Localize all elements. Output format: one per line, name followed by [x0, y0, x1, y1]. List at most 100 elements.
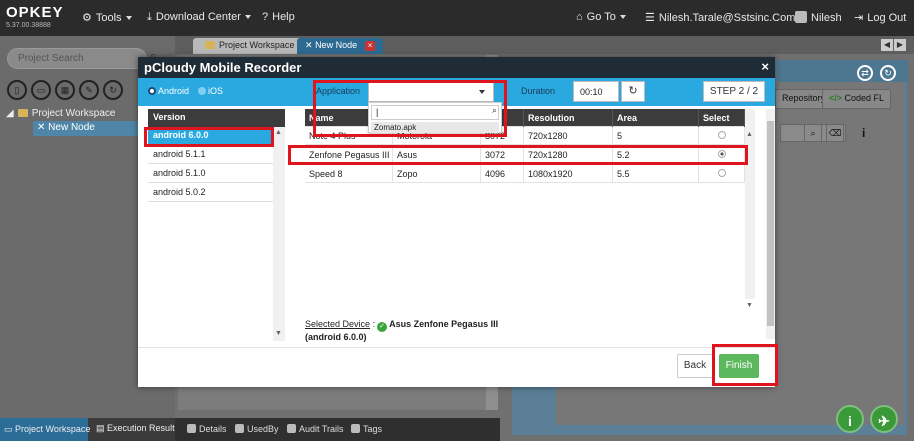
tab-label: New Node — [315, 40, 358, 50]
tab-details[interactable]: Details — [187, 424, 227, 434]
folder-icon — [17, 109, 28, 117]
help-menu[interactable]: ? Help — [262, 11, 295, 23]
modal-footer-divider — [138, 347, 775, 348]
version-header-spacer — [273, 109, 285, 127]
usedby-icon — [235, 424, 244, 433]
scroll-up-icon[interactable]: ▲ — [746, 131, 753, 138]
execution-result-tab-label: Execution Result — [107, 423, 175, 433]
tab-execution-result[interactable]: ▤ Execution Result — [96, 423, 175, 434]
tag-icon — [351, 424, 360, 433]
top-navbar: OPKEY 5.37.00.38888 ⚙ Tools ⤓ Download Cen… — [0, 0, 914, 36]
tools-label: Tools — [95, 12, 122, 24]
duration-input[interactable]: 00:10 — [573, 81, 619, 102]
refresh-icon[interactable]: ↻ — [880, 65, 896, 81]
coded-fl-label: Coded FL — [844, 93, 885, 103]
radio-selected-icon — [148, 87, 156, 95]
close-icon[interactable]: × — [365, 41, 376, 51]
tools-menu[interactable]: ⚙ Tools — [82, 11, 132, 24]
close-icon[interactable]: × — [761, 59, 769, 74]
col-area: Area — [613, 109, 699, 127]
radio-android[interactable]: Android — [148, 86, 189, 96]
version-item[interactable]: android 5.0.2 — [148, 184, 273, 202]
list-icon: ☰ — [645, 12, 655, 24]
arrow-left-icon[interactable]: ◀ — [881, 39, 893, 51]
clipboard-icon: ▤ — [96, 423, 105, 433]
help-label: Help — [272, 11, 295, 23]
delete-icon[interactable]: ▦ — [55, 80, 75, 100]
info-fab-icon[interactable]: i — [836, 405, 864, 433]
device-select-cell — [699, 127, 745, 145]
scroll-up-icon[interactable]: ▲ — [275, 129, 282, 136]
modal-title: pCloudy Mobile Recorder — [144, 60, 302, 75]
audit-trails-label: Audit Trails — [299, 424, 344, 434]
node-icon: ✕ — [37, 122, 46, 133]
tags-label: Tags — [363, 424, 383, 434]
refresh-icon[interactable]: ↻ — [103, 80, 123, 100]
device-resolution: 720x1280 — [524, 127, 613, 145]
step-indicator-button[interactable]: STEP 2 / 2 — [703, 81, 765, 102]
version-item[interactable]: android 5.1.1 — [148, 146, 273, 164]
tab-project-workspace[interactable]: ▭ Project Workspace — [0, 418, 91, 441]
highlight-version — [144, 127, 274, 147]
arrow-right-icon[interactable]: ▶ — [894, 39, 906, 51]
info-icon — [187, 424, 196, 433]
android-label: Android — [158, 86, 190, 96]
user-menu[interactable]: Nilesh — [795, 11, 842, 24]
swap-icon[interactable]: ⇄ — [857, 65, 873, 81]
home-icon: ⌂ — [576, 11, 583, 23]
col-select: Select — [699, 109, 745, 127]
search-icon[interactable]: ⌕ — [804, 124, 822, 142]
modal-scroll-thumb[interactable] — [767, 121, 774, 326]
scroll-down-icon[interactable]: ▼ — [275, 330, 282, 337]
refresh-duration-button[interactable]: ↻ — [621, 81, 645, 102]
device-ram: 4096 — [481, 165, 524, 183]
back-button[interactable]: Back — [677, 354, 713, 378]
selected-device-label: Selected Device — [305, 319, 371, 329]
device-radio[interactable] — [717, 131, 726, 139]
help-icon: ? — [262, 11, 269, 23]
logo-text: OPKEY — [6, 4, 64, 21]
tree-root-label: Project Workspace — [31, 108, 116, 119]
eraser-icon[interactable]: ⌫ — [826, 124, 844, 142]
open-folder-icon[interactable]: ▭ — [31, 80, 51, 100]
download-icon: ⤓ — [147, 11, 152, 23]
refresh-icon: ↻ — [628, 85, 638, 97]
radio-ios[interactable]: iOS — [198, 86, 223, 96]
download-center-menu[interactable]: ⤓ Download Center — [147, 11, 251, 24]
project-workspace-tab-label: Project Workspace — [15, 424, 91, 434]
code-icon: </> — [829, 93, 843, 103]
usedby-label: UsedBy — [247, 424, 279, 434]
user-email[interactable]: ☰ Nilesh.Tarale@Sstsinc.Com — [645, 11, 795, 24]
tree-project-workspace[interactable]: ◢ Project Workspace — [6, 108, 115, 119]
tab-new-node[interactable]: ✕ New Node × — [297, 38, 384, 54]
scroll-down-icon[interactable]: ▼ — [746, 302, 753, 309]
version-scrollbar[interactable]: ▲ ▼ — [273, 127, 285, 341]
tab-used-by[interactable]: UsedBy — [235, 424, 279, 434]
logout-button[interactable]: ⇥ Log Out — [854, 11, 906, 24]
user-label: Nilesh — [811, 12, 842, 24]
coded-fl-button[interactable]: </> Coded FL — [822, 89, 892, 109]
tab-audit-trails[interactable]: Audit Trails — [287, 424, 344, 434]
chevron-down-icon — [244, 15, 251, 20]
edit-icon[interactable]: ✎ — [79, 80, 99, 100]
duration-label: Duration — [521, 86, 556, 96]
version-header: Version — [148, 109, 273, 127]
audit-icon — [287, 424, 296, 433]
tab-project-workspace-doc[interactable]: Project Workspace — [193, 38, 303, 54]
tab-tags[interactable]: Tags — [351, 424, 382, 434]
col-resolution: Resolution — [524, 109, 613, 127]
table-row[interactable]: Speed 8 Zopo 4096 1080x1920 5.5 — [305, 165, 745, 183]
device-name: Speed 8 — [305, 165, 393, 183]
info-icon[interactable]: i — [862, 126, 865, 140]
airplane-fab-icon[interactable]: ✈ — [870, 405, 898, 433]
version-item[interactable]: android 5.1.0 — [148, 165, 273, 183]
project-search-input[interactable]: Project Search — [7, 48, 147, 69]
radio-unselected-icon — [198, 87, 206, 95]
go-to-menu[interactable]: ⌂ Go To — [576, 11, 626, 23]
device-table-scrollbar[interactable]: ▲ ▼ — [745, 109, 755, 309]
logout-label: Log Out — [867, 12, 907, 24]
expand-icon[interactable]: ◢ — [6, 108, 14, 119]
new-file-icon[interactable]: ▯ — [7, 80, 27, 100]
chevron-down-icon — [125, 16, 132, 21]
device-radio[interactable] — [717, 169, 726, 177]
